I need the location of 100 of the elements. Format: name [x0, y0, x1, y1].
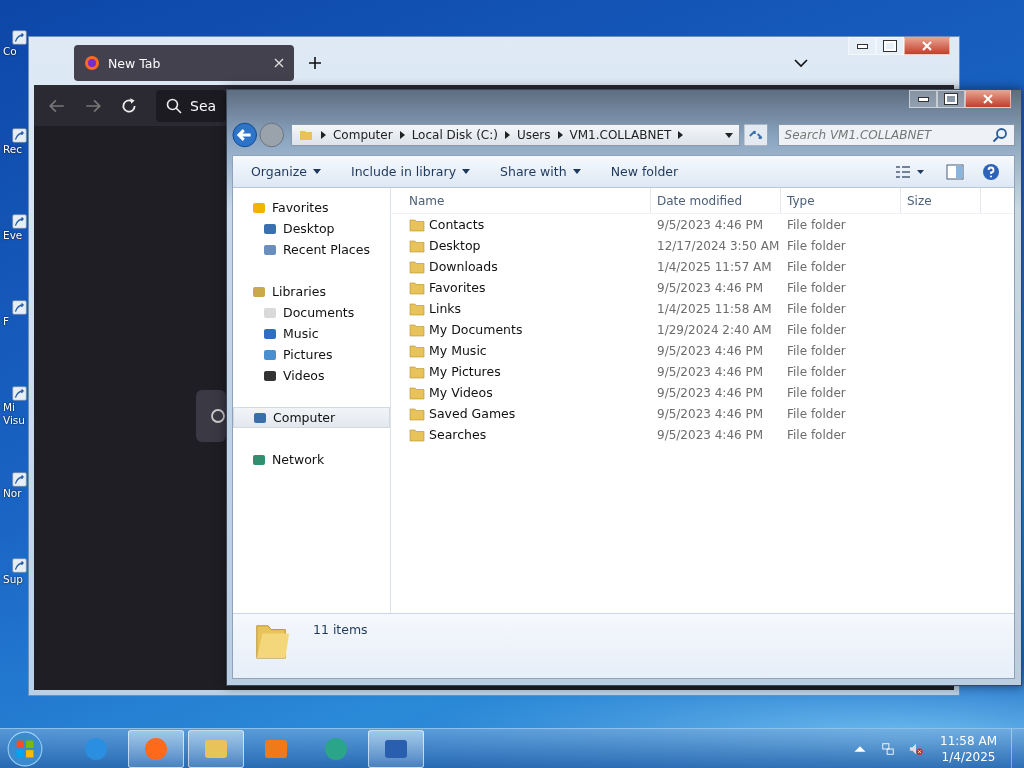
- shortcut-icon[interactable]: [12, 558, 27, 573]
- column-header[interactable]: Type: [781, 188, 901, 213]
- nav-item[interactable]: Computer: [233, 407, 390, 428]
- browser-logo-icon: [84, 55, 100, 71]
- file-name[interactable]: Contacts: [429, 217, 485, 232]
- file-name[interactable]: Desktop: [429, 238, 481, 253]
- new-tab-icon[interactable]: [308, 56, 322, 70]
- toolbar-button[interactable]: Share with: [490, 160, 591, 183]
- search-box[interactable]: [196, 390, 226, 442]
- search-field[interactable]: Search VM1.COLLABNET: [777, 124, 1015, 146]
- file-name[interactable]: My Documents: [429, 322, 523, 337]
- tab-list-icon[interactable]: [794, 58, 808, 68]
- shortcut-icon[interactable]: [12, 30, 27, 45]
- folder-icon: [409, 384, 425, 401]
- speaker-muted-icon[interactable]: [909, 741, 924, 756]
- circle-icon: [210, 407, 226, 425]
- taskbar-app[interactable]: [368, 729, 424, 768]
- breadcrumb[interactable]: Users: [516, 128, 551, 142]
- nav-item[interactable]: Documents: [233, 302, 390, 323]
- start-button[interactable]: [6, 729, 44, 768]
- table-cell-text: 12/17/2024 3:50 AM: [656, 238, 781, 253]
- file-name[interactable]: Saved Games: [429, 406, 516, 421]
- table-cell-text: File folder: [786, 322, 847, 337]
- taskbar-app[interactable]: [128, 729, 184, 768]
- shortcut-icon[interactable]: [12, 300, 27, 315]
- file-name[interactable]: My Music: [429, 343, 487, 358]
- chevron-icon[interactable]: [678, 131, 684, 139]
- search-icon: [166, 97, 182, 114]
- chevron-icon[interactable]: [399, 131, 405, 139]
- table-cell-text: File folder: [786, 217, 847, 232]
- minimize-icon[interactable]: [848, 37, 876, 55]
- column-header[interactable]: Name: [391, 188, 651, 213]
- table-cell-text: 9/5/2023 4:46 PM: [656, 217, 765, 232]
- help-icon[interactable]: [982, 162, 1000, 181]
- desktop-icon-label[interactable]: Rec: [3, 143, 23, 156]
- folder-icon: [409, 426, 425, 443]
- chevron-icon[interactable]: [320, 131, 326, 139]
- nav-item[interactable]: Favorites: [233, 197, 390, 218]
- back-icon[interactable]: [232, 122, 258, 148]
- reload-icon[interactable]: [120, 96, 138, 115]
- desktop-icon-label[interactable]: Nor: [3, 487, 22, 500]
- toolbar-button[interactable]: Include in library: [341, 160, 481, 183]
- folder-icon: [409, 321, 425, 338]
- file-name[interactable]: My Videos: [429, 385, 493, 400]
- breadcrumb[interactable]: VM1.COLLABNET: [569, 128, 672, 142]
- network-icon[interactable]: [881, 741, 896, 756]
- breadcrumb[interactable]: Computer: [332, 128, 393, 142]
- breadcrumb[interactable]: Local Disk (C:): [411, 128, 498, 142]
- table-cell-text: 9/5/2023 4:46 PM: [656, 406, 765, 421]
- chevron-icon[interactable]: [504, 131, 510, 139]
- column-header[interactable]: Date modified: [651, 188, 781, 213]
- folder-icon: [409, 279, 425, 296]
- nav-item[interactable]: Libraries: [233, 281, 390, 302]
- desktop-icon-label[interactable]: Eve: [3, 229, 23, 242]
- nav-item[interactable]: Network: [233, 449, 390, 470]
- table-cell-text: 1/4/2025 11:57 AM: [656, 259, 773, 274]
- view-options-icon[interactable]: [894, 163, 924, 180]
- file-name[interactable]: My Pictures: [429, 364, 501, 379]
- table-cell-text: File folder: [786, 406, 847, 421]
- chevron-icon[interactable]: [557, 131, 563, 139]
- desktop-icon-label[interactable]: Sup: [3, 573, 23, 586]
- folder-icon: [409, 258, 425, 275]
- caret-icon: [572, 169, 581, 174]
- shortcut-icon[interactable]: [12, 472, 27, 487]
- table-cell-text: 9/5/2023 4:46 PM: [656, 385, 765, 400]
- toolbar-button[interactable]: New folder: [600, 160, 689, 183]
- browser-tab[interactable]: New Tab: [74, 45, 294, 81]
- desktop-icon-label[interactable]: Mi Visu: [3, 401, 25, 427]
- file-name[interactable]: Downloads: [429, 259, 498, 274]
- shortcut-icon[interactable]: [12, 128, 27, 143]
- file-name[interactable]: Links: [429, 301, 462, 316]
- nav-item[interactable]: Pictures: [233, 344, 390, 365]
- column-header[interactable]: Size: [901, 188, 981, 213]
- file-name[interactable]: Favorites: [429, 280, 486, 295]
- nav-item[interactable]: Recent Places: [233, 239, 390, 260]
- shortcut-icon[interactable]: [12, 214, 27, 229]
- table-cell-text: 9/5/2023 4:46 PM: [656, 364, 765, 379]
- file-name[interactable]: Searches: [429, 427, 487, 442]
- folder-icon: [409, 300, 425, 317]
- address-field[interactable]: Sea: [156, 89, 226, 122]
- table-cell-text: File folder: [786, 238, 847, 253]
- nav-item[interactable]: Desktop: [233, 218, 390, 239]
- table-cell-text: File folder: [786, 427, 847, 442]
- maximize-icon[interactable]: [937, 90, 965, 108]
- desktop-icon-label[interactable]: F: [3, 315, 10, 328]
- nav-item[interactable]: Music: [233, 323, 390, 344]
- search-icon[interactable]: [992, 127, 1008, 143]
- toolbar-button[interactable]: Organize: [241, 160, 331, 183]
- caret-icon[interactable]: [725, 132, 734, 138]
- minimize-icon[interactable]: [909, 90, 937, 108]
- clock[interactable]: 11:58 AM 1/4/2025: [940, 732, 997, 765]
- nav-item[interactable]: Videos: [233, 365, 390, 386]
- desktop-icon-label[interactable]: Co: [3, 45, 17, 58]
- shortcut-icon[interactable]: [12, 386, 27, 401]
- refresh-icon[interactable]: [744, 124, 768, 146]
- taskbar-app[interactable]: [188, 729, 244, 768]
- maximize-icon[interactable]: [876, 37, 904, 55]
- table-cell-text: File folder: [786, 343, 847, 358]
- close-icon[interactable]: [274, 58, 284, 68]
- caret-icon: [462, 169, 471, 174]
